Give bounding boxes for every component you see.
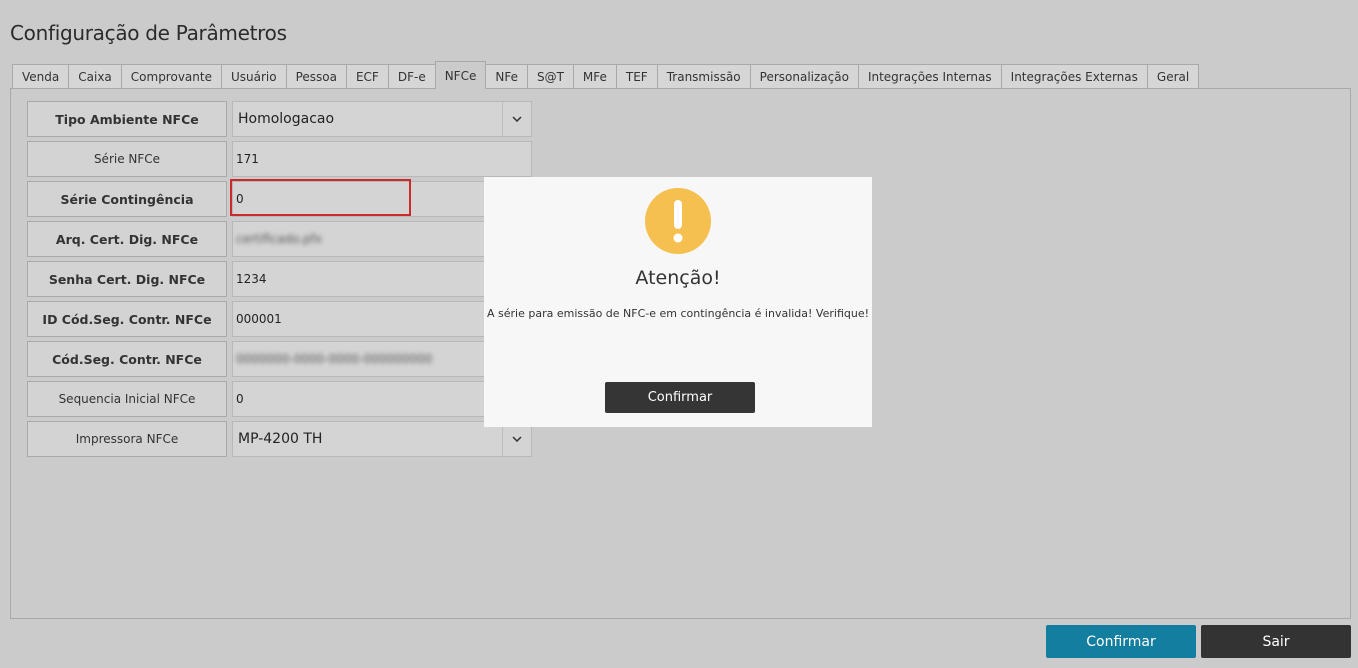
- tab-bar: Venda Caixa Comprovante Usuário Pessoa E…: [12, 61, 1200, 89]
- confirm-button[interactable]: Confirmar: [1046, 625, 1196, 658]
- serie-input[interactable]: 171: [232, 141, 532, 177]
- exit-button[interactable]: Sair: [1201, 625, 1351, 658]
- tab-venda[interactable]: Venda: [12, 64, 70, 89]
- tab-integracoes-externas[interactable]: Integrações Externas: [1000, 64, 1148, 89]
- arq-cert-label: Arq. Cert. Dig. NFCe: [27, 221, 227, 257]
- tab-usuario[interactable]: Usuário: [220, 64, 287, 89]
- sequencia-inicial-label: Sequencia Inicial NFCe: [27, 381, 227, 417]
- tab-pessoa[interactable]: Pessoa: [285, 64, 347, 89]
- tab-sat[interactable]: S@T: [526, 64, 574, 89]
- dialog-title: Atenção!: [635, 267, 721, 289]
- tab-comprovante[interactable]: Comprovante: [120, 64, 222, 89]
- cod-seg-value: 0000000-0000-0000-000000000: [236, 352, 433, 366]
- tab-personalizacao[interactable]: Personalização: [749, 64, 859, 89]
- impressora-value: MP-4200 TH: [238, 431, 323, 447]
- impressora-label: Impressora NFCe: [27, 421, 227, 457]
- dialog-message: A série para emissão de NFC-e em conting…: [486, 307, 870, 320]
- chevron-down-icon[interactable]: [502, 102, 531, 136]
- id-cod-seg-label: ID Cód.Seg. Contr. NFCe: [27, 301, 227, 337]
- tab-geral[interactable]: Geral: [1146, 64, 1200, 89]
- tipo-ambiente-select[interactable]: Homologacao: [232, 101, 532, 137]
- tab-nfce[interactable]: NFCe: [434, 61, 487, 89]
- cod-seg-label: Cód.Seg. Contr. NFCe: [27, 341, 227, 377]
- tab-transmissao[interactable]: Transmissão: [656, 64, 751, 89]
- dialog-confirm-button[interactable]: Confirmar: [605, 382, 755, 413]
- serie-label: Série NFCe: [27, 141, 227, 177]
- senha-cert-label: Senha Cert. Dig. NFCe: [27, 261, 227, 297]
- page-title: Configuração de Parâmetros: [10, 21, 287, 45]
- arq-cert-value: certificado.pfx: [236, 232, 322, 246]
- tab-ecf[interactable]: ECF: [345, 64, 389, 89]
- tab-integracoes-internas[interactable]: Integrações Internas: [857, 64, 1002, 89]
- tab-nfe[interactable]: NFe: [485, 64, 528, 89]
- alert-dialog: Atenção! A série para emissão de NFC-e e…: [484, 177, 872, 427]
- chevron-down-icon[interactable]: [502, 422, 531, 456]
- tipo-ambiente-value: Homologacao: [238, 111, 335, 127]
- tipo-ambiente-label: Tipo Ambiente NFCe: [27, 101, 227, 137]
- exclamation-icon: [645, 188, 711, 254]
- tab-tef[interactable]: TEF: [615, 64, 658, 89]
- tab-caixa[interactable]: Caixa: [68, 64, 122, 89]
- tab-dfe[interactable]: DF-e: [387, 64, 436, 89]
- serie-contingencia-label: Série Contingência: [27, 181, 227, 217]
- tab-mfe[interactable]: MFe: [572, 64, 617, 89]
